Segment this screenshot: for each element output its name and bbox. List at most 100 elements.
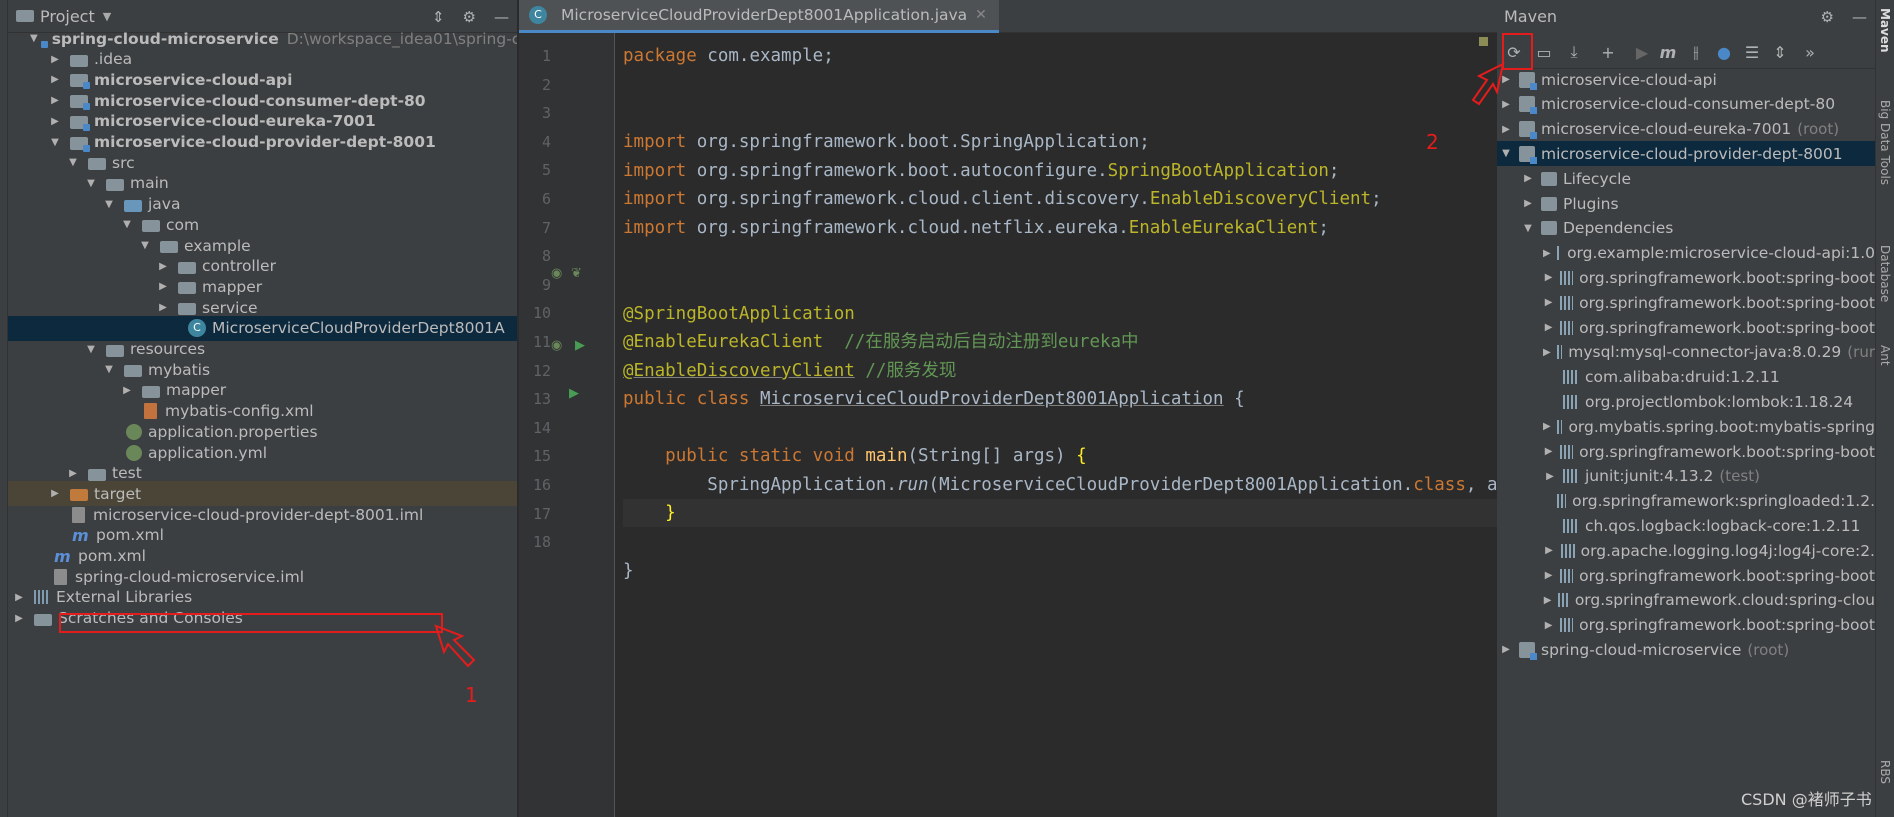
run-icon[interactable]: ▶: [1629, 39, 1655, 65]
maven-tree-item[interactable]: ▶ org.mybatis.spring.boot:mybatis-spring: [1497, 414, 1875, 439]
collapse-arrow-icon[interactable]: ▶: [1543, 248, 1551, 259]
line-number: 18: [532, 533, 551, 552]
run-icon[interactable]: ▶: [575, 338, 585, 353]
maven-tree-item[interactable]: ▶ Plugins: [1497, 191, 1875, 216]
collapse-arrow-icon[interactable]: ▶: [12, 592, 26, 603]
maven-tree-item[interactable]: ▶ org.springframework.boot:spring-boot: [1497, 290, 1875, 315]
minimize-icon[interactable]: —: [494, 8, 509, 26]
minimize-icon[interactable]: —: [1852, 8, 1867, 26]
maven-tree-item[interactable]: org.springframework:springloaded:1.2.: [1497, 489, 1875, 514]
collapse-arrow-icon[interactable]: ▶: [1543, 595, 1552, 606]
expand-arrow-icon[interactable]: ▼: [66, 157, 80, 168]
collapse-arrow-icon[interactable]: ▶: [156, 302, 170, 313]
maven-tree-item[interactable]: org.projectlombok:lombok:1.18.24: [1497, 389, 1875, 414]
collapse-arrow-icon[interactable]: ▶: [1499, 644, 1513, 655]
maven-tree-item[interactable]: ▶ spring-cloud-microservice (root): [1497, 637, 1875, 662]
collapse-arrow-icon[interactable]: ▶: [1543, 347, 1551, 358]
collapse-arrow-icon[interactable]: ▶: [1543, 471, 1557, 482]
expand-arrow-icon[interactable]: ▼: [102, 364, 116, 375]
maven-tree-item-label: org.projectlombok:lombok:1.18.24: [1585, 392, 1854, 411]
big-data-tools-tab[interactable]: Big Data Tools: [1878, 100, 1892, 185]
maven-tree-item[interactable]: ▶ microservice-cloud-consumer-dept-80: [1497, 92, 1875, 117]
collapse-arrow-icon[interactable]: ▶: [1521, 173, 1535, 184]
collapse-arrow-icon[interactable]: ▶: [1543, 272, 1554, 283]
rbs-tab[interactable]: RBS: [1878, 760, 1892, 784]
expand-arrow-icon[interactable]: ▼: [84, 344, 98, 355]
project-panel-title[interactable]: Project: [40, 7, 95, 26]
expand-arrow-icon[interactable]: ▼: [138, 240, 152, 251]
maven-tree-item-label: org.springframework.boot:spring-boot: [1579, 616, 1875, 635]
chevron-down-icon[interactable]: ▼: [103, 10, 111, 23]
bean-icon[interactable]: ◉: [551, 266, 562, 281]
collapse-arrow-icon[interactable]: ▶: [48, 54, 62, 65]
expand-arrow-icon[interactable]: ▼: [84, 178, 98, 189]
close-icon[interactable]: ✕: [975, 7, 987, 23]
collapse-arrow-icon[interactable]: ▶: [1521, 198, 1535, 209]
maven-tree-item[interactable]: ▶ microservice-cloud-eureka-7001 (root): [1497, 117, 1875, 142]
spring-leaf-icon[interactable]: ❦: [571, 266, 582, 281]
collapse-arrow-icon[interactable]: ▶: [1543, 297, 1554, 308]
expand-arrow-icon[interactable]: ▼: [30, 33, 38, 44]
bean-icon[interactable]: ◉: [551, 338, 562, 353]
collapse-arrow-icon[interactable]: ▶: [48, 488, 62, 499]
toggle-offline-icon[interactable]: ⫲: [1683, 39, 1709, 65]
maven-tree-item[interactable]: ▶ mysql:mysql-connector-java:8.0.29 (rur: [1497, 340, 1875, 365]
maven-tree-item[interactable]: ▶ microservice-cloud-api: [1497, 67, 1875, 92]
maven-tree-item[interactable]: ▶ org.springframework.boot:spring-boot: [1497, 613, 1875, 638]
collapse-arrow-icon[interactable]: ▶: [1543, 620, 1554, 631]
maven-tool-tab[interactable]: Maven: [1878, 8, 1892, 53]
editor-tab[interactable]: C MicroserviceCloudProviderDept8001Appli…: [519, 0, 999, 33]
collapse-arrow-icon[interactable]: ▶: [1543, 545, 1555, 556]
maven-tree-item[interactable]: ▶ junit:junit:4.13.2 (test): [1497, 464, 1875, 489]
maven-tree-item[interactable]: ▶ Lifecycle: [1497, 166, 1875, 191]
show-deps-icon[interactable]: ☰: [1739, 39, 1765, 65]
expand-arrow-icon[interactable]: ▼: [1499, 148, 1513, 159]
collapse-arrow-icon[interactable]: ▶: [1543, 421, 1551, 432]
dependency-icon: [1560, 568, 1574, 583]
maven-item-scope: (rur: [1847, 343, 1875, 362]
maven-tree-item[interactable]: com.alibaba:druid:1.2.11: [1497, 365, 1875, 390]
collapse-arrow-icon[interactable]: ▶: [1543, 570, 1554, 581]
expand-arrow-icon[interactable]: ▼: [102, 199, 116, 210]
collapse-arrow-icon[interactable]: ▶: [66, 468, 80, 479]
maven-tree-item[interactable]: ▶ org.springframework.cloud:spring-clou: [1497, 588, 1875, 613]
collapse-arrow-icon[interactable]: ▶: [1543, 446, 1554, 457]
gear-icon[interactable]: ⚙: [463, 8, 476, 26]
code-area[interactable]: package com.example; import org.springfr…: [623, 33, 1497, 817]
generate-sources-icon[interactable]: ▭: [1531, 39, 1557, 65]
collapse-arrow-icon[interactable]: ▶: [48, 116, 62, 127]
maven-tree-item[interactable]: ▶ org.springframework.boot:spring-boot: [1497, 563, 1875, 588]
collapse-arrow-icon[interactable]: ▶: [156, 261, 170, 272]
database-tab[interactable]: Database: [1878, 245, 1892, 302]
maven-tree-item[interactable]: ▼ Dependencies: [1497, 216, 1875, 241]
maven-item-scope: (test): [1719, 467, 1760, 486]
collapse-arrow-icon[interactable]: ▶: [12, 613, 26, 624]
lifecycle-icon[interactable]: ●: [1711, 39, 1737, 65]
inspection-indicator[interactable]: [1479, 37, 1488, 46]
collapse-all-icon[interactable]: ⇕: [432, 8, 445, 26]
maven-tree-item[interactable]: ▶ org.apache.logging.log4j:log4j-core:2.: [1497, 538, 1875, 563]
expand-arrow-icon[interactable]: ▼: [48, 137, 62, 148]
expand-arrow-icon[interactable]: ▼: [120, 219, 134, 230]
ant-tab[interactable]: Ant: [1878, 345, 1892, 366]
collapse-arrow-icon[interactable]: ▶: [1543, 322, 1554, 333]
gear-icon[interactable]: ⚙: [1821, 8, 1834, 26]
collapse-arrow-icon[interactable]: ▶: [48, 95, 62, 106]
maven-tree-item[interactable]: ▶ org.springframework.boot:spring-boot: [1497, 315, 1875, 340]
maven-tree-item[interactable]: ch.qos.logback:logback-core:1.2.11: [1497, 513, 1875, 538]
maven-tree-item[interactable]: ▼ microservice-cloud-provider-dept-8001: [1497, 141, 1875, 167]
execute-goal-icon[interactable]: m: [1655, 39, 1681, 65]
collapse-arrow-icon[interactable]: ▶: [120, 385, 134, 396]
maven-tree-item[interactable]: ▶ org.springframework.boot:spring-boot: [1497, 439, 1875, 464]
expand-arrow-icon[interactable]: ▼: [1521, 223, 1535, 234]
maven-tree-item[interactable]: ▶ org.springframework.boot:spring-boot: [1497, 265, 1875, 290]
collapse-arrow-icon[interactable]: ▶: [156, 281, 170, 292]
collapse-icon[interactable]: ⇕: [1767, 39, 1793, 65]
collapse-arrow-icon[interactable]: ▶: [1499, 124, 1513, 135]
collapse-arrow-icon[interactable]: ▶: [48, 74, 62, 85]
run-icon[interactable]: ▶: [569, 386, 579, 401]
add-icon[interactable]: +: [1595, 39, 1621, 65]
download-icon[interactable]: ⤓: [1561, 39, 1587, 65]
more-icon[interactable]: »: [1797, 39, 1823, 65]
maven-tree-item[interactable]: ▶ org.example:microservice-cloud-api:1.0: [1497, 241, 1875, 266]
